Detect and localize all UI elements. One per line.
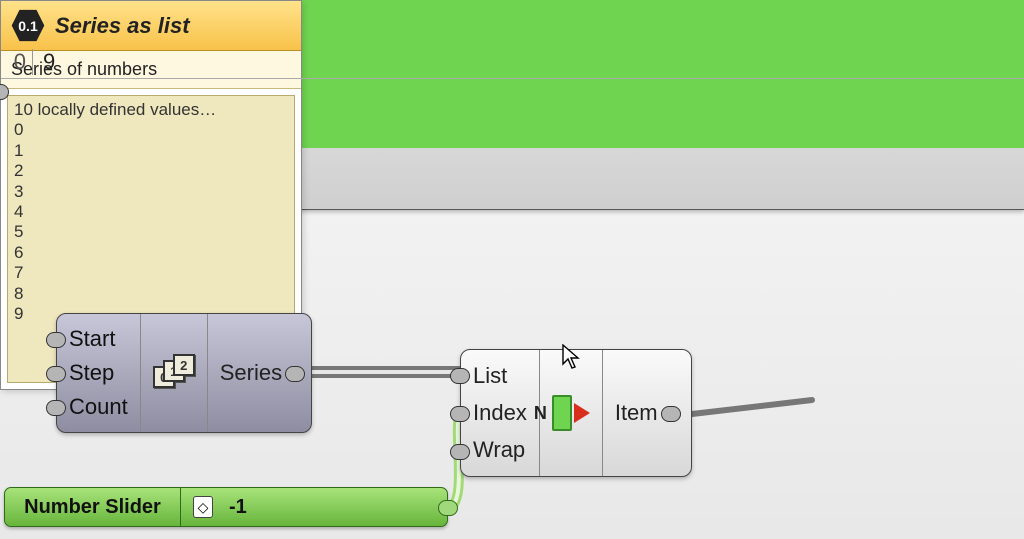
grip-slider-out[interactable] <box>438 500 458 516</box>
slider-value: -1 <box>229 496 247 519</box>
series-component[interactable]: Start Step Count 0 1 2 Series <box>56 313 312 433</box>
port-start[interactable]: Start <box>69 322 128 356</box>
arrow-icon <box>574 403 590 423</box>
grip-start[interactable] <box>46 332 66 348</box>
panel-row-value: 9 <box>33 49 55 75</box>
series-center: 0 1 2 <box>141 314 207 432</box>
grip-wrap[interactable] <box>450 444 470 460</box>
grip-step[interactable] <box>46 366 66 382</box>
series-outputs: Series <box>207 314 294 432</box>
panel-row-index: 0 <box>1 49 33 75</box>
port-count[interactable]: Count <box>69 390 128 424</box>
port-item[interactable]: Item <box>615 396 658 430</box>
port-wrap[interactable]: Wrap <box>473 433 527 467</box>
series-inputs: Start Step Count <box>57 314 141 432</box>
port-series-out[interactable]: Series <box>220 356 282 390</box>
grip-list[interactable] <box>450 368 470 384</box>
grip-series-out[interactable] <box>285 366 305 382</box>
grip-item[interactable] <box>661 406 681 422</box>
port-list[interactable]: List <box>473 359 527 393</box>
slider-track[interactable]: ◇ -1 <box>181 488 447 526</box>
tooltip-header: 0.1 Series as list <box>1 1 301 51</box>
list-item-icon <box>552 395 572 431</box>
list-outputs: Item <box>602 350 670 476</box>
slider-knob[interactable]: ◇ <box>193 496 213 518</box>
panel-row: 0 9 <box>1 45 1024 79</box>
hex-icon: 0.1 <box>11 9 45 43</box>
tooltip-title: Series as list <box>55 13 190 39</box>
list-item-component[interactable]: List Index Wrap Item <box>460 349 692 477</box>
panel-body: 0 9 <box>1 45 1024 209</box>
list-inputs: List Index Wrap <box>461 350 540 476</box>
grip-index[interactable] <box>450 406 470 422</box>
grip-count[interactable] <box>46 400 66 416</box>
port-index[interactable]: Index <box>473 396 527 430</box>
series-icon: 0 1 2 <box>153 354 195 392</box>
number-slider[interactable]: Number Slider ◇ -1 <box>4 487 448 527</box>
port-step[interactable]: Step <box>69 356 128 390</box>
slider-label[interactable]: Number Slider <box>5 488 181 526</box>
list-center <box>540 350 602 476</box>
